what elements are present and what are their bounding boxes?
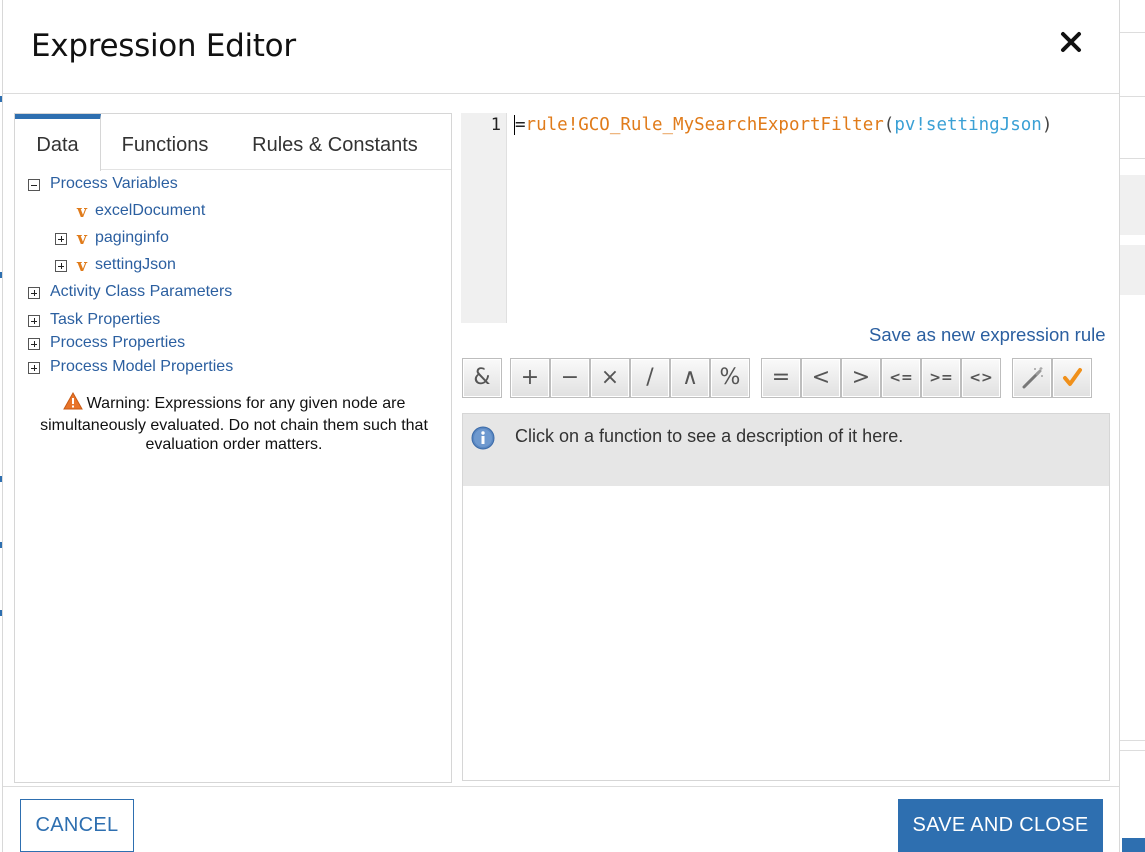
tree-node-label: Activity Class Parameters: [50, 283, 233, 300]
expand-icon[interactable]: [28, 362, 40, 374]
tree-node-label: Process Properties: [50, 334, 186, 351]
background-strip: [1120, 245, 1145, 295]
tree-node-settingjson[interactable]: settingJson: [95, 255, 176, 277]
close-icon[interactable]: [1057, 28, 1085, 56]
tab-rules-constants[interactable]: Rules & Constants: [237, 114, 433, 170]
info-icon: [471, 426, 495, 450]
variable-icon: v: [77, 202, 87, 222]
tree-node-label: Process Model Properties: [50, 358, 234, 375]
code-argument: pv!settingJson: [894, 115, 1042, 135]
operator-greater-than-button[interactable]: >: [841, 358, 881, 398]
tree-node-label: paginginfo: [95, 229, 169, 246]
dialog-header: Expression Editor: [3, 0, 1119, 94]
save-as-new-expression-rule-link[interactable]: Save as new expression rule: [869, 324, 1106, 346]
tree-node-process-model-properties[interactable]: Process Model Properties: [50, 357, 233, 379]
operator-minus-button[interactable]: −: [550, 358, 590, 398]
save-and-close-button[interactable]: SAVE AND CLOSE: [898, 799, 1103, 852]
expand-icon[interactable]: [55, 233, 67, 245]
cancel-button[interactable]: CANCEL: [20, 799, 134, 852]
code-rule-name: rule!GCO_Rule_MySearchExportFilter: [525, 115, 884, 135]
operator-plus-button[interactable]: +: [510, 358, 550, 398]
tree-node-label: Task Properties: [50, 311, 161, 328]
dialog-title: Expression Editor: [31, 28, 296, 64]
operator-less-equal-button[interactable]: <=: [881, 358, 921, 398]
line-number-gutter: 1: [461, 113, 507, 323]
tab-label: Rules & Constants: [252, 134, 418, 156]
tab-functions[interactable]: Functions: [105, 114, 225, 170]
operator-less-than-button[interactable]: <: [801, 358, 841, 398]
function-description-panel: Click on a function to see a description…: [462, 413, 1110, 781]
tree-node-paginginfo[interactable]: paginginfo: [95, 228, 169, 250]
evaluation-warning: Warning: Expressions for any given node …: [29, 391, 439, 455]
tree-node-label: settingJson: [95, 256, 176, 273]
checkmark-icon: [1063, 368, 1082, 386]
expand-icon[interactable]: [55, 260, 67, 272]
code-paren: ): [1041, 115, 1053, 135]
tab-data[interactable]: Data: [15, 114, 101, 171]
warning-line: evaluation order matters.: [145, 436, 323, 453]
description-text: Click on a function to see a description…: [515, 426, 904, 446]
description-header: Click on a function to see a description…: [463, 414, 1109, 486]
tree-node-process-variables[interactable]: Process Variables: [50, 174, 178, 196]
background-divider: [1120, 750, 1145, 751]
expand-icon[interactable]: [28, 287, 40, 299]
code-equals: =: [514, 115, 526, 135]
operator-divide-button[interactable]: /: [630, 358, 670, 398]
background-divider: [1120, 158, 1145, 159]
operator-percent-button[interactable]: %: [710, 358, 750, 398]
tree-node-activity-class-parameters[interactable]: Activity Class Parameters: [50, 282, 232, 304]
operator-multiply-button[interactable]: ×: [590, 358, 630, 398]
tab-bar: Data Functions Rules & Constants: [15, 114, 451, 171]
line-number: 1: [490, 115, 501, 135]
expression-editor-dialog: Expression Editor Data Functions Rules &…: [2, 0, 1120, 852]
background-edge-right: [1120, 0, 1145, 852]
code-paren: (: [883, 115, 895, 135]
tree-node-process-properties[interactable]: Process Properties: [50, 333, 185, 355]
expression-code[interactable]: =rule!GCO_Rule_MySearchExportFilter(pv!s…: [514, 115, 1052, 135]
background-button: [1122, 838, 1145, 852]
tree-node-label: Process Variables: [50, 175, 178, 192]
background-divider: [1120, 32, 1145, 33]
tree-node-task-properties[interactable]: Task Properties: [50, 310, 160, 332]
background-divider: [1120, 96, 1145, 97]
warning-line: Warning: Expressions for any given node …: [86, 395, 406, 412]
validate-expression-button[interactable]: [1052, 358, 1092, 398]
operator-power-button[interactable]: ∧: [670, 358, 710, 398]
tree-node-exceldocument[interactable]: excelDocument: [95, 201, 205, 223]
operator-greater-equal-button[interactable]: >=: [921, 358, 961, 398]
background-divider: [1120, 740, 1145, 741]
tab-label: Functions: [121, 134, 209, 156]
dialog-footer: CANCEL SAVE AND CLOSE: [3, 786, 1119, 852]
operator-equals-button[interactable]: =: [761, 358, 801, 398]
operator-not-equal-button[interactable]: <>: [961, 358, 1001, 398]
data-browser-panel: Data Functions Rules & Constants Process…: [14, 113, 452, 783]
operator-ampersand-button[interactable]: &: [462, 358, 502, 398]
collapse-icon[interactable]: [28, 179, 40, 191]
variable-icon: v: [77, 256, 87, 276]
warning-icon: [62, 391, 83, 416]
background-strip: [1120, 175, 1145, 235]
magic-wand-icon: [1022, 367, 1043, 389]
expression-code-editor[interactable]: 1 =rule!GCO_Rule_MySearchExportFilter(pv…: [461, 113, 1109, 323]
tab-label: Data: [36, 134, 79, 156]
format-expression-button[interactable]: [1012, 358, 1052, 398]
warning-line: simultaneously evaluated. Do not chain t…: [40, 416, 428, 434]
variable-icon: v: [77, 229, 87, 249]
expand-icon[interactable]: [28, 315, 40, 327]
tree-node-label: excelDocument: [95, 202, 206, 219]
expand-icon[interactable]: [28, 338, 40, 350]
